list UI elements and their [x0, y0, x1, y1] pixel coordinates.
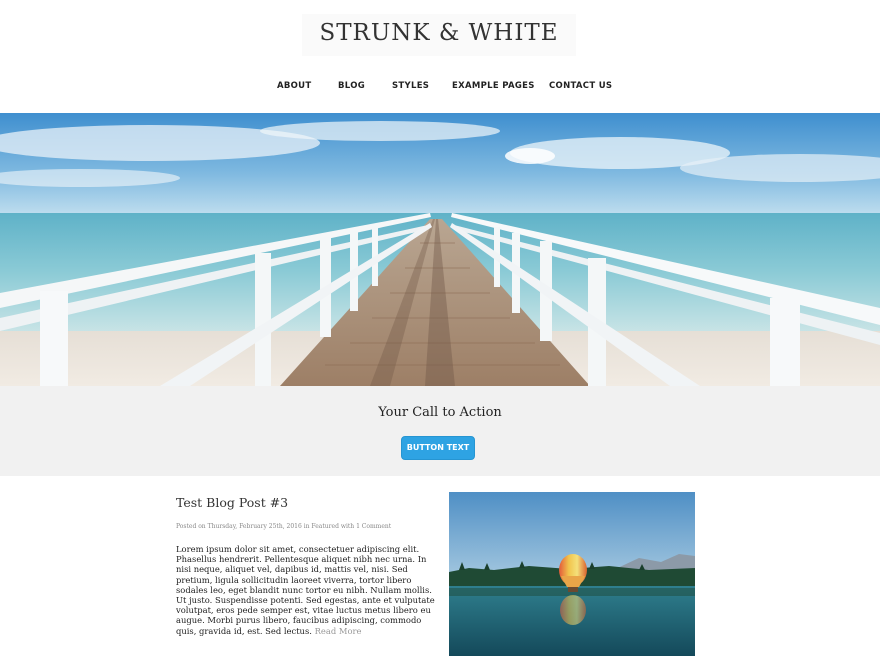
post-comments-link[interactable]: 1 Comment: [356, 523, 391, 530]
post-date-link[interactable]: Thursday, February 25th, 2016: [208, 523, 302, 530]
post-category-link[interactable]: Featured: [311, 523, 339, 530]
meta-prefix: Posted on: [176, 523, 208, 530]
post-title[interactable]: Test Blog Post #3: [176, 495, 288, 510]
post-meta: Posted on Thursday, February 25th, 2016 …: [176, 523, 436, 530]
nav-item-styles[interactable]: STYLES: [392, 81, 429, 91]
read-more-link[interactable]: Read More: [315, 626, 362, 636]
pier-over-ocean-image: [0, 113, 880, 386]
blog-post-preview: Test Blog Post #3 Posted on Thursday, Fe…: [0, 476, 880, 660]
post-excerpt-text: Lorem ipsum dolor sit amet, consectetuer…: [176, 544, 435, 636]
nav-item-contact-us[interactable]: CONTACT US: [549, 81, 612, 91]
site-header: STRUNK & WHITE ABOUT BLOG STYLES EXAMPLE…: [0, 0, 880, 113]
cta-button[interactable]: BUTTON TEXT: [401, 436, 475, 460]
post-featured-image[interactable]: [449, 492, 695, 656]
meta-with: with: [338, 523, 357, 530]
main-navigation: ABOUT BLOG STYLES EXAMPLE PAGES CONTACT …: [0, 81, 880, 95]
cta-title: Your Call to Action: [378, 405, 502, 420]
site-logo[interactable]: STRUNK & WHITE: [302, 20, 576, 46]
hero-banner: [0, 113, 880, 386]
meta-in: in: [301, 523, 312, 530]
nav-item-example-pages[interactable]: EXAMPLE PAGES: [452, 81, 535, 91]
call-to-action-section: Your Call to Action BUTTON TEXT: [0, 386, 880, 476]
hot-air-balloon-lake-image: [449, 492, 695, 656]
nav-item-blog[interactable]: BLOG: [338, 81, 365, 91]
post-excerpt: Lorem ipsum dolor sit amet, consectetuer…: [176, 544, 438, 636]
nav-item-about[interactable]: ABOUT: [277, 81, 311, 91]
